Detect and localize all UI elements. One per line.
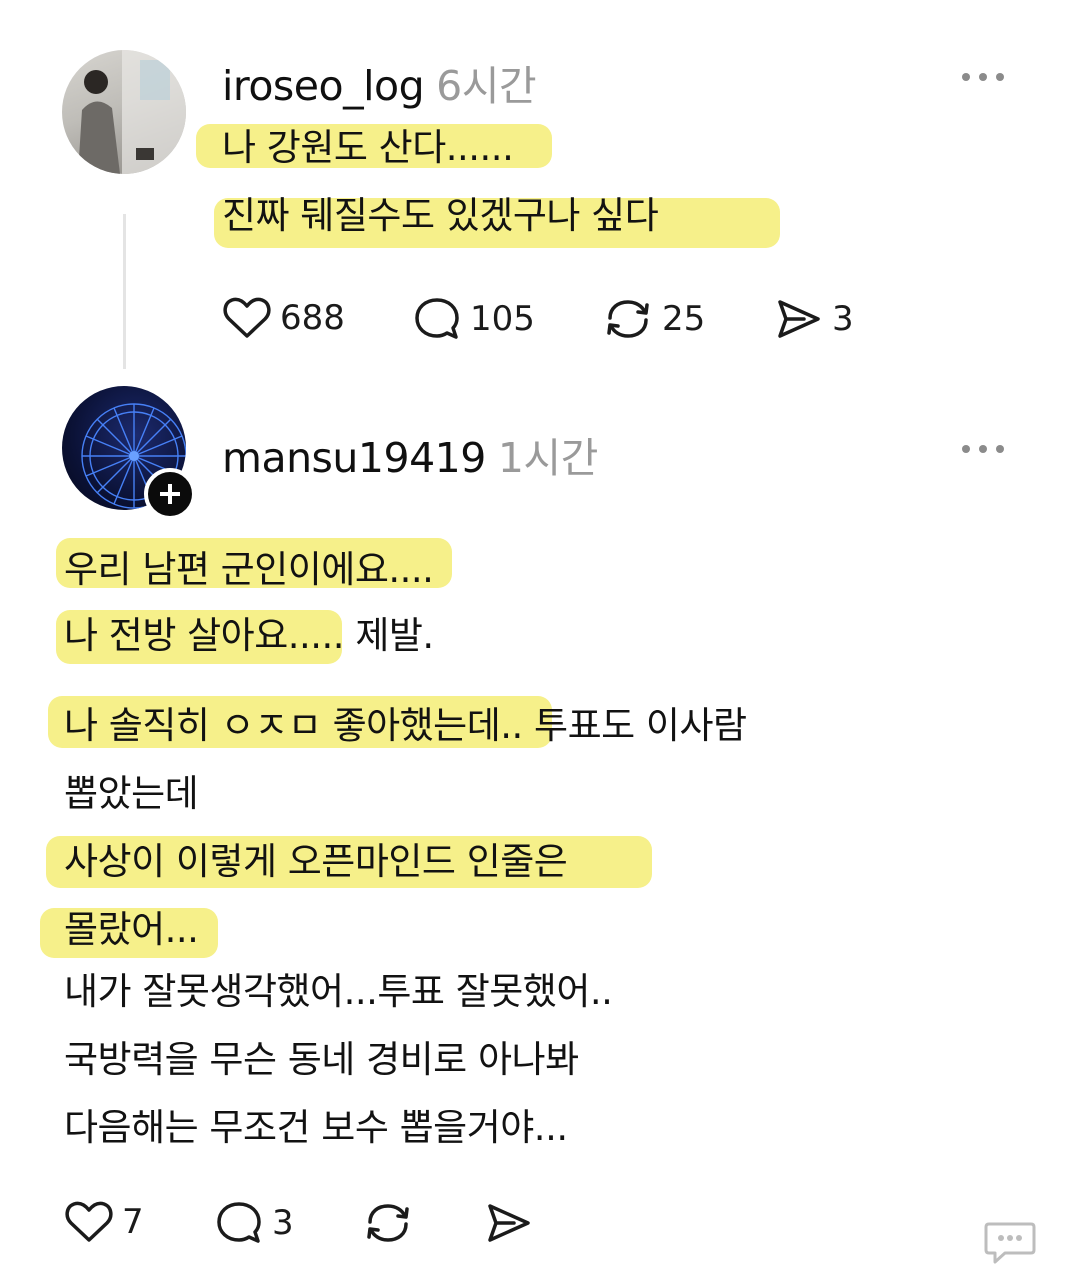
avatar-iroseo[interactable]: [62, 50, 186, 174]
avatar-photo-image: [78, 50, 186, 174]
chat-bubble-icon[interactable]: [983, 1220, 1037, 1266]
username-mansu[interactable]: mansu19419: [222, 434, 486, 482]
post-text-line: 다음해는 무조건 보수 뽑을거야...: [64, 1106, 568, 1149]
heart-icon: [223, 297, 271, 338]
comment-count: 3: [272, 1203, 294, 1243]
repost-button[interactable]: 25: [602, 296, 705, 342]
share-icon: [778, 300, 820, 338]
comment-count: 105: [470, 299, 535, 339]
comment-icon: [415, 298, 459, 339]
like-button[interactable]: 7: [64, 1200, 144, 1244]
post-text-line: 진짜 뒈질수도 있겠구나 싶다: [222, 194, 659, 237]
share-button[interactable]: 3: [774, 296, 854, 342]
repost-button[interactable]: [362, 1200, 414, 1246]
comment-button[interactable]: 3: [214, 1200, 294, 1246]
post-text-line: 뽑았는데: [64, 772, 199, 815]
like-count: 688: [280, 298, 345, 338]
post-text-line: 나 강원도 산다......: [222, 126, 514, 169]
username-row: iroseo_log 6시간: [222, 52, 537, 112]
like-count: 7: [122, 1202, 144, 1242]
post-text-line: 내가 잘못생각했어...투표 잘못했어..: [64, 970, 613, 1013]
post-time: 1시간: [497, 434, 599, 482]
post-time: 6시간: [436, 62, 537, 110]
comment-icon: [217, 1202, 261, 1243]
post-text-line: 사상이 이렇게 오픈마인드 인줄은: [64, 840, 568, 883]
post-text-line: 국방력을 무슨 동네 경비로 아나봐: [64, 1038, 579, 1081]
repost-count: 25: [662, 299, 706, 339]
heart-icon: [65, 1201, 113, 1242]
post-text-line: 몰랐어...: [64, 908, 199, 951]
username-iroseo[interactable]: iroseo_log: [222, 62, 425, 110]
username-row: mansu19419 1시간: [222, 424, 598, 484]
share-icon: [488, 1204, 530, 1242]
share-button[interactable]: [484, 1200, 534, 1246]
post-text-line: 나 전방 살아요..... 제발.: [64, 614, 434, 657]
follow-plus-icon[interactable]: [144, 468, 196, 520]
like-button[interactable]: 688: [222, 296, 345, 340]
thread-connector: [123, 214, 126, 369]
more-options-icon[interactable]: [962, 442, 1008, 456]
post-text-line: 나 솔직히 ㅇㅈㅁ 좋아했는데.. 투표도 이사람: [64, 704, 747, 747]
comment-button[interactable]: 105: [412, 296, 535, 342]
repost-icon: [367, 1204, 409, 1242]
repost-icon: [607, 300, 649, 338]
share-count: 3: [832, 299, 854, 339]
more-options-icon[interactable]: [962, 70, 1008, 84]
post-text-line: 우리 남편 군인이에요....: [64, 548, 434, 591]
